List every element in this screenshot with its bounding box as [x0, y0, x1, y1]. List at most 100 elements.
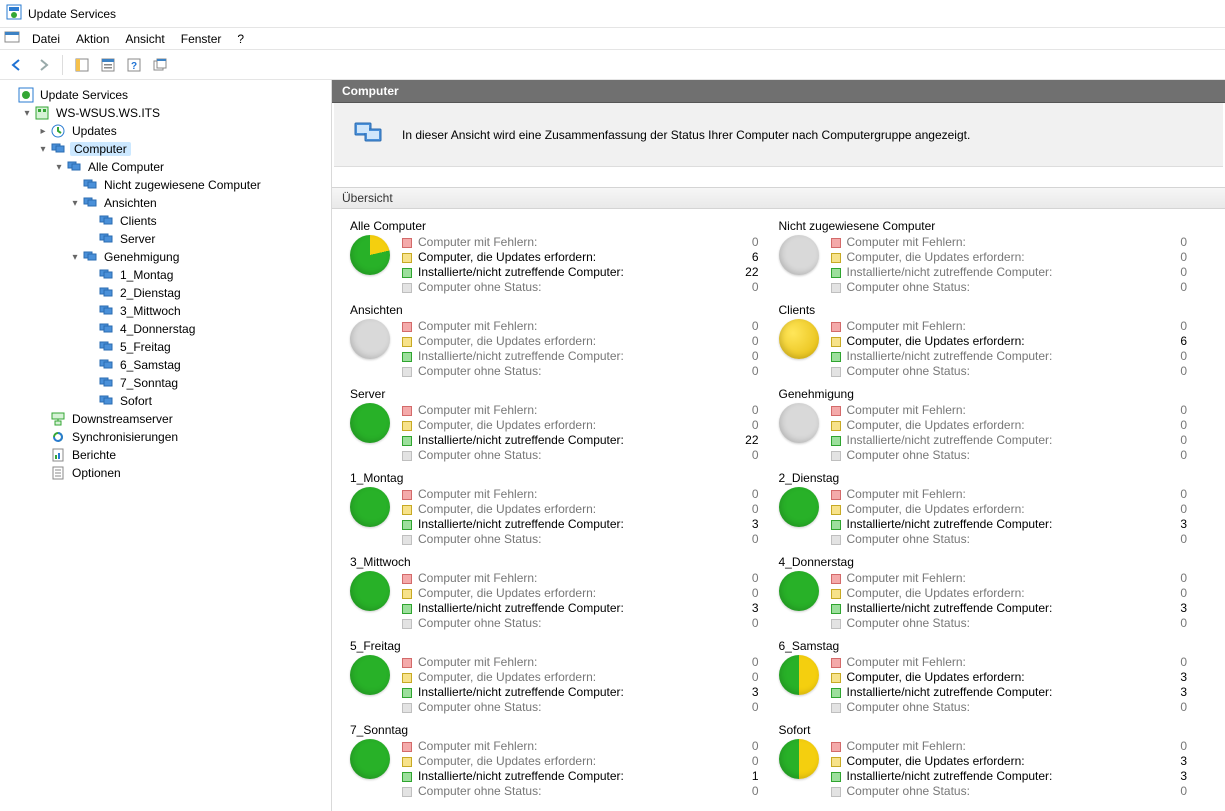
menu-fenster[interactable]: Fenster	[173, 30, 230, 48]
legend-square-green	[402, 268, 412, 278]
tree-updates[interactable]: ▸ Updates	[2, 122, 329, 140]
row-label: Installierte/nicht zutreffende Computer:	[847, 685, 1154, 700]
row-value: 0	[1159, 487, 1187, 502]
row-value: 22	[731, 433, 759, 448]
menu-ansicht[interactable]: Ansicht	[117, 30, 172, 48]
row-installed: Installierte/nicht zutreffende Computer:…	[831, 517, 1188, 532]
chevron-down-icon[interactable]: ▾	[52, 162, 66, 173]
tree-computer[interactable]: ▾ Computer ▾ Alle Computer	[2, 140, 329, 410]
legend-square-red	[402, 322, 412, 332]
row-label: Computer mit Fehlern:	[418, 319, 725, 334]
menu-help[interactable]: ?	[229, 30, 252, 48]
row-need: Computer, die Updates erfordern: 0	[831, 502, 1188, 517]
tree-reports[interactable]: Berichte	[2, 446, 329, 464]
row-label: Computer, die Updates erfordern:	[847, 670, 1154, 685]
legend-square-gray	[831, 367, 841, 377]
legend-square-yellow	[831, 673, 841, 683]
row-value: 3	[1159, 769, 1187, 784]
row-errors: Computer mit Fehlern: 0	[831, 319, 1188, 334]
row-label: Computer, die Updates erfordern:	[847, 334, 1154, 349]
row-nostatus: Computer ohne Status: 0	[402, 700, 759, 715]
legend-square-yellow	[402, 253, 412, 263]
tree-all-computers[interactable]: ▾ Alle Computer	[2, 158, 329, 410]
new-window-button[interactable]	[149, 54, 171, 76]
legend-square-gray	[402, 283, 412, 293]
sync-icon	[50, 429, 66, 445]
legend-square-red	[831, 238, 841, 248]
pie-icon	[779, 739, 819, 779]
tree-d4[interactable]: 4_Donnerstag	[2, 320, 329, 338]
group-title: 6_Samstag	[779, 639, 1188, 653]
row-value: 3	[1159, 517, 1187, 532]
row-value: 0	[1159, 418, 1187, 433]
tree-d3[interactable]: 3_Mittwoch	[2, 302, 329, 320]
tree-d5[interactable]: 5_Freitag	[2, 338, 329, 356]
tree-unassigned[interactable]: Nicht zugewiesene Computer	[2, 176, 329, 194]
tree-d6[interactable]: 6_Samstag	[2, 356, 329, 374]
legend-square-red	[402, 490, 412, 500]
title-bar: Update Services	[0, 0, 1225, 28]
computers-icon	[82, 249, 98, 265]
row-value: 0	[1159, 655, 1187, 670]
row-installed: Installierte/nicht zutreffende Computer:…	[402, 265, 759, 280]
row-need: Computer, die Updates erfordern: 6	[402, 250, 759, 265]
summary-text: In dieser Ansicht wird eine Zusammenfass…	[402, 128, 970, 142]
tree-pane[interactable]: Update Services ▾ WS-WSUS.WS.ITS ▸	[0, 80, 332, 811]
tree-root[interactable]: Update Services ▾ WS-WSUS.WS.ITS ▸	[2, 86, 329, 482]
row-value: 0	[731, 670, 759, 685]
tree-clients[interactable]: Clients	[2, 212, 329, 230]
legend-square-gray	[831, 535, 841, 545]
tree-options[interactable]: Optionen	[2, 464, 329, 482]
reports-icon	[50, 447, 66, 463]
row-label: Computer ohne Status:	[418, 280, 725, 295]
app-icon	[6, 4, 22, 23]
overview-scroll[interactable]: Alle Computer Computer mit Fehlern: 0 Co…	[332, 209, 1225, 811]
row-label: Installierte/nicht zutreffende Computer:	[418, 433, 725, 448]
chevron-down-icon[interactable]: ▾	[68, 198, 82, 209]
group-title: Server	[350, 387, 759, 401]
right-pane: Computer In dieser Ansicht wird eine Zus…	[332, 80, 1225, 811]
menu-aktion[interactable]: Aktion	[68, 30, 117, 48]
menu-datei[interactable]: Datei	[24, 30, 68, 48]
row-label: Installierte/nicht zutreffende Computer:	[418, 517, 725, 532]
row-value: 0	[1159, 319, 1187, 334]
legend-square-yellow	[402, 337, 412, 347]
forward-button[interactable]	[32, 54, 54, 76]
row-nostatus: Computer ohne Status: 0	[831, 364, 1188, 379]
legend-square-green	[402, 520, 412, 530]
row-value: 0	[731, 616, 759, 631]
row-label: Computer, die Updates erfordern:	[847, 754, 1154, 769]
back-button[interactable]	[6, 54, 28, 76]
legend-square-green	[402, 688, 412, 698]
help-button[interactable]: ?	[123, 54, 145, 76]
tree-servers[interactable]: Server	[2, 230, 329, 248]
tree-server[interactable]: ▾ WS-WSUS.WS.ITS ▸ Updates	[2, 104, 329, 482]
tree-downstream[interactable]: Downstreamserver	[2, 410, 329, 428]
chevron-down-icon[interactable]: ▾	[68, 252, 82, 263]
tree-d2[interactable]: 2_Dienstag	[2, 284, 329, 302]
chevron-down-icon[interactable]: ▾	[20, 108, 34, 119]
summary-banner: In dieser Ansicht wird eine Zusammenfass…	[334, 103, 1223, 167]
server-icon	[34, 105, 50, 121]
legend-square-green	[831, 352, 841, 362]
row-value: 0	[1159, 265, 1187, 280]
legend-square-red	[831, 658, 841, 668]
row-label: Installierte/nicht zutreffende Computer:	[847, 433, 1154, 448]
properties-button[interactable]	[97, 54, 119, 76]
chevron-right-icon[interactable]: ▸	[36, 126, 50, 137]
tree-d1[interactable]: 1_Montag	[2, 266, 329, 284]
row-installed: Installierte/nicht zutreffende Computer:…	[831, 433, 1188, 448]
row-value: 0	[731, 487, 759, 502]
row-installed: Installierte/nicht zutreffende Computer:…	[831, 769, 1188, 784]
row-nostatus: Computer ohne Status: 0	[831, 448, 1188, 463]
chevron-down-icon[interactable]: ▾	[36, 144, 50, 155]
group-title: 4_Donnerstag	[779, 555, 1188, 569]
tree-d7[interactable]: 7_Sonntag	[2, 374, 329, 392]
tree-views[interactable]: ▾ Ansichten	[2, 194, 329, 248]
tree-syncs[interactable]: Synchronisierungen	[2, 428, 329, 446]
show-hide-tree-button[interactable]	[71, 54, 93, 76]
group-title: Genehmigung	[779, 387, 1188, 401]
group-title: 5_Freitag	[350, 639, 759, 653]
tree-d8[interactable]: Sofort	[2, 392, 329, 410]
tree-approval[interactable]: ▾ Genehmigung 1_Montag 2_Dienstag	[2, 248, 329, 410]
